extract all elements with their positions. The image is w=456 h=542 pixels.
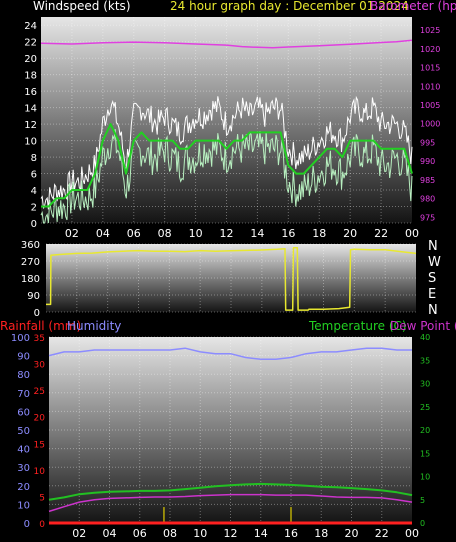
temp-y-tick-label: 35 xyxy=(420,356,430,365)
barometer-title: Barometer (hpa) xyxy=(370,0,456,13)
baro-y-tick-label: 1025 xyxy=(420,26,440,35)
humidity-y-tick-label: 10 xyxy=(17,500,30,511)
wind-y-tick-label: 4 xyxy=(31,186,37,197)
baro-y-tick-label: 1000 xyxy=(420,120,440,129)
x-tick-label: 14 xyxy=(254,527,268,540)
x-tick-label: 16 xyxy=(284,527,298,540)
x-tick-label: 14 xyxy=(250,227,264,240)
wind-y-tick-label: 10 xyxy=(24,137,37,148)
x-tick-label: 20 xyxy=(343,227,357,240)
compass-s: S xyxy=(428,271,437,286)
temp-y-tick-label: 5 xyxy=(420,496,425,505)
x-tick-label: 20 xyxy=(345,527,359,540)
rain-y-tick-label: 15 xyxy=(34,440,45,450)
direction-y-tick-label: 0 xyxy=(34,308,40,319)
wind-y-tick-label: 20 xyxy=(24,54,37,65)
humidity-title: Humidity xyxy=(67,319,122,333)
x-tick-label: 04 xyxy=(96,227,110,240)
wind-y-tick-label: 16 xyxy=(24,87,37,98)
baro-y-tick-label: 1015 xyxy=(420,64,440,73)
rain-y-tick-label: 10 xyxy=(34,467,46,477)
x-tick-label: 18 xyxy=(314,527,328,540)
humidity-y-tick-label: 80 xyxy=(17,370,30,381)
direction-y-tick-label: 360 xyxy=(21,240,40,251)
rain-humidity-temp-panel: 0102030405060708090100051015202530350510… xyxy=(11,333,430,540)
direction-y-tick-label: 180 xyxy=(21,274,40,285)
temp-y-tick-label: 20 xyxy=(420,426,430,435)
baro-y-tick-label: 1020 xyxy=(420,45,440,54)
wind-y-tick-label: 14 xyxy=(24,104,37,115)
temp-y-tick-label: 30 xyxy=(420,380,430,389)
x-tick-label: 12 xyxy=(224,527,238,540)
wind-y-tick-label: 22 xyxy=(24,38,37,49)
x-tick-label: 10 xyxy=(189,227,203,240)
baro-y-tick-label: 990 xyxy=(420,157,435,166)
rain-y-tick-label: 25 xyxy=(34,387,45,397)
x-tick-label: 00 xyxy=(405,527,419,540)
x-tick-label: 12 xyxy=(220,227,234,240)
x-tick-label: 08 xyxy=(163,527,177,540)
wind-y-tick-label: 12 xyxy=(24,120,37,131)
temp-y-tick-label: 10 xyxy=(420,473,430,482)
rain-y-tick-label: 35 xyxy=(34,334,45,344)
wind-y-tick-label: 0 xyxy=(31,219,37,230)
compass-n-top: N xyxy=(428,239,438,254)
x-tick-label: 10 xyxy=(193,527,207,540)
baro-y-tick-label: 985 xyxy=(420,176,435,185)
wind-direction-panel: 0 90 180 270 360 xyxy=(21,240,417,319)
temp-y-tick-label: 40 xyxy=(420,333,430,342)
baro-y-tick-label: 980 xyxy=(420,195,435,204)
compass-n-bottom: N xyxy=(428,303,438,318)
rain-y-tick-label: 0 xyxy=(39,520,45,530)
baro-y-tick-label: 1010 xyxy=(420,82,440,91)
wind-y-tick-label: 2 xyxy=(31,203,37,214)
temp-y-tick-label: 25 xyxy=(420,403,430,412)
x-tick-label: 16 xyxy=(281,227,295,240)
wind-y-tick-label: 24 xyxy=(24,21,37,32)
x-tick-label: 08 xyxy=(158,227,172,240)
humidity-y-tick-label: 0 xyxy=(24,519,30,530)
humidity-y-tick-label: 40 xyxy=(17,445,30,456)
temp-y-tick-label: 15 xyxy=(420,449,430,458)
humidity-y-tick-label: 60 xyxy=(17,407,30,418)
humidity-y-tick-label: 20 xyxy=(17,482,30,493)
baro-y-tick-label: 1005 xyxy=(420,101,440,110)
rain-y-tick-label: 5 xyxy=(39,493,45,503)
windspeed-title: Windspeed (kts) xyxy=(33,0,131,13)
dewpoint-title: Dew Point (C) xyxy=(390,319,456,333)
x-tick-label: 18 xyxy=(312,227,326,240)
humidity-y-tick-label: 70 xyxy=(17,389,30,400)
compass-e: E xyxy=(428,287,437,302)
compass-w: W xyxy=(428,255,441,270)
direction-y-tick-label: 270 xyxy=(21,257,40,268)
wind-y-tick-label: 8 xyxy=(31,153,37,164)
x-tick-label: 02 xyxy=(72,527,86,540)
x-tick-label: 02 xyxy=(65,227,79,240)
weather-graphs: 0246810121416182022249759809859909951000… xyxy=(11,17,440,540)
baro-y-tick-label: 995 xyxy=(420,138,435,147)
wind-y-tick-label: 18 xyxy=(24,71,37,82)
humidity-y-tick-label: 90 xyxy=(17,352,30,363)
x-tick-label: 00 xyxy=(405,227,419,240)
x-tick-label: 22 xyxy=(374,227,388,240)
wind-barometer-panel: 0246810121416182022249759809859909951000… xyxy=(24,17,440,240)
x-tick-label: 06 xyxy=(133,527,147,540)
x-tick-label: 06 xyxy=(127,227,141,240)
rain-y-tick-label: 30 xyxy=(34,361,46,371)
humidity-y-tick-label: 100 xyxy=(11,333,30,344)
rain-y-tick-label: 20 xyxy=(34,414,46,424)
humidity-y-tick-label: 50 xyxy=(17,426,30,437)
baro-y-tick-label: 975 xyxy=(420,213,435,222)
x-tick-label: 04 xyxy=(103,527,117,540)
temp-y-tick-label: 0 xyxy=(420,519,425,528)
humidity-y-tick-label: 30 xyxy=(17,463,30,474)
x-tick-label: 22 xyxy=(375,527,389,540)
direction-y-tick-label: 90 xyxy=(27,291,40,302)
wind-y-tick-label: 6 xyxy=(31,170,37,181)
